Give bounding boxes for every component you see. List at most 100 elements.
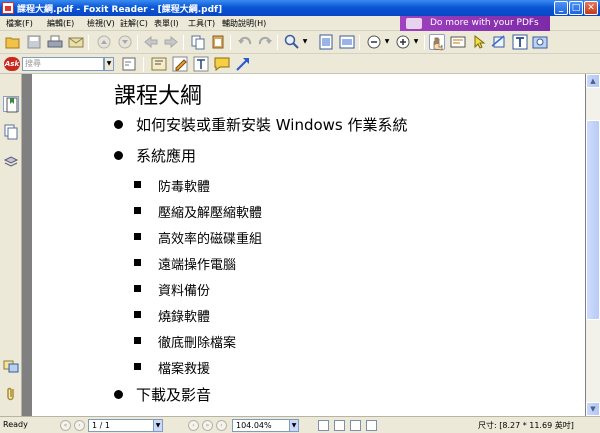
image-tool-icon[interactable] [532, 34, 548, 50]
zoom-level-field[interactable]: 104.04% [232, 419, 290, 432]
zoom-in-dropdown-icon[interactable]: ▼ [411, 34, 421, 50]
square-bullet [134, 259, 141, 266]
zoom-level-dropdown[interactable]: ▼ [289, 419, 299, 432]
outline-item-text: 徹底刪除檔案 [158, 336, 237, 351]
navigation-sidebar [0, 74, 22, 416]
pencil-tool-icon[interactable] [172, 56, 188, 72]
search-text-icon[interactable] [121, 56, 137, 72]
promo-banner[interactable]: Do more with your PDFs [400, 16, 550, 31]
document-viewport[interactable]: 課程大綱 如何安裝或重新安裝 Windows 作業系統 系統應用 防毒軟體 壓縮及解壓… [22, 74, 586, 416]
snapshot-icon[interactable] [491, 34, 507, 50]
outline-item-text: 如何安裝或重新安裝 Windows 作業系統 [136, 116, 408, 134]
save-icon[interactable] [26, 34, 42, 50]
status-bar: Ready « ‹ 1 / 1 ▼ › » ‹ 104.04% ▼ 尺寸: [8… [0, 416, 600, 433]
first-page-button[interactable]: « [60, 420, 71, 431]
paperclip-icon[interactable] [3, 386, 19, 402]
select-text-icon[interactable] [450, 34, 466, 50]
menu-tools[interactable]: 工具(T) [188, 18, 215, 29]
square-bullet [134, 311, 141, 318]
previous-page-button[interactable]: ‹ [74, 420, 85, 431]
arrow-tool-icon[interactable] [235, 56, 251, 72]
status-ready-text: Ready [3, 420, 28, 429]
minimize-button[interactable]: _ [554, 1, 568, 15]
page-size-text: 尺寸: [8.27 * 11.69 英吋] [478, 421, 574, 430]
zoom-out-icon[interactable] [366, 34, 382, 50]
foxit-reader-window: 課程大綱.pdf - Foxit Reader - [課程大綱.pdf] _ □… [0, 0, 600, 433]
continuous-facing-view-icon[interactable] [366, 420, 377, 431]
menu-comment[interactable]: 註解(C) [120, 18, 148, 29]
menu-help[interactable]: 輔助說明(H) [222, 18, 266, 29]
toolbar-separator [359, 35, 360, 50]
continuous-view-icon[interactable] [334, 420, 345, 431]
ask-toolbar: Ask 搜尋 ▼ [0, 54, 600, 74]
fit-width-icon[interactable] [339, 34, 355, 50]
square-bullet [134, 207, 141, 214]
toolbar-separator [143, 57, 144, 72]
zoom-in-icon[interactable] [395, 34, 411, 50]
copy-icon[interactable] [190, 34, 206, 50]
toolbar-separator [424, 35, 425, 50]
back-icon[interactable] [143, 34, 159, 50]
outline-item-text: 壓縮及解壓縮軟體 [158, 206, 263, 221]
page-title: 課程大綱 [114, 84, 203, 109]
title-bar[interactable]: 課程大綱.pdf - Foxit Reader - [課程大綱.pdf] _ □… [0, 0, 600, 16]
last-page-button[interactable]: » [202, 420, 213, 431]
email-icon[interactable] [68, 34, 84, 50]
page-number-dropdown[interactable]: ▼ [153, 419, 163, 432]
comment-tool-icon[interactable] [151, 56, 167, 72]
square-bullet [134, 181, 141, 188]
foxit-app-icon[interactable] [2, 2, 14, 14]
note-tool-icon[interactable] [214, 56, 230, 72]
zoom-out-dropdown-icon[interactable]: ▼ [382, 34, 392, 50]
attachments-panel-icon[interactable] [3, 357, 19, 373]
menu-file[interactable]: 檔案(F) [6, 18, 33, 29]
main-toolbar: ▼ ▼ ▼ [0, 31, 600, 54]
facing-view-icon[interactable] [350, 420, 361, 431]
paste-icon[interactable] [210, 34, 226, 50]
promo-icon [406, 18, 422, 29]
outline-item-text: 防毒軟體 [158, 180, 211, 195]
single-page-view-icon[interactable] [318, 420, 329, 431]
square-bullet [134, 363, 141, 370]
toolbar-separator [183, 35, 184, 50]
bookmarks-panel-icon[interactable] [3, 96, 19, 113]
vertical-scrollbar[interactable]: ▲ ▼ [586, 74, 600, 416]
layers-panel-icon[interactable] [3, 152, 19, 168]
page-number-field[interactable]: 1 / 1 [88, 419, 154, 432]
square-bullet [134, 233, 141, 240]
scroll-down-button[interactable]: ▼ [586, 402, 600, 416]
round-bullet [114, 390, 123, 399]
close-button[interactable]: ✕ [584, 1, 598, 15]
undo-icon[interactable] [237, 34, 253, 50]
history-button[interactable]: ‹ [216, 420, 227, 431]
page-down-icon[interactable] [117, 34, 133, 50]
page-up-icon[interactable] [96, 34, 112, 50]
scroll-thumb[interactable] [586, 120, 600, 320]
menu-form[interactable]: 表單(I) [154, 18, 179, 29]
zoom-tool-icon[interactable] [284, 34, 300, 50]
menu-view[interactable]: 檢視(V) [87, 18, 115, 29]
menu-edit[interactable]: 編輯(E) [47, 18, 74, 29]
print-icon[interactable] [47, 34, 63, 50]
maximize-button[interactable]: □ [569, 1, 583, 15]
open-folder-icon[interactable] [5, 34, 21, 50]
scroll-up-button[interactable]: ▲ [586, 74, 600, 88]
next-page-button[interactable]: › [188, 420, 199, 431]
round-bullet [114, 120, 123, 129]
pages-panel-icon[interactable] [3, 124, 19, 140]
text-tool-icon[interactable] [512, 34, 528, 50]
ask-logo[interactable]: Ask [4, 57, 20, 71]
redo-icon[interactable] [257, 34, 273, 50]
pointer-icon[interactable] [471, 34, 487, 50]
square-bullet [134, 337, 141, 344]
fit-page-icon[interactable] [318, 34, 334, 50]
zoom-tool-dropdown-icon[interactable]: ▼ [300, 34, 310, 50]
forward-icon[interactable] [163, 34, 179, 50]
window-title: 課程大綱.pdf - Foxit Reader - [課程大綱.pdf] [17, 5, 223, 15]
typewriter-tool-icon[interactable] [193, 56, 209, 72]
outline-item-text: 遠端操作電腦 [158, 258, 237, 273]
ask-search-input[interactable]: 搜尋 [22, 57, 104, 71]
outline-item-text: 高效率的磁碟重組 [158, 232, 263, 247]
ask-search-dropdown[interactable]: ▼ [104, 57, 114, 71]
hand-tool-icon[interactable] [429, 34, 445, 51]
